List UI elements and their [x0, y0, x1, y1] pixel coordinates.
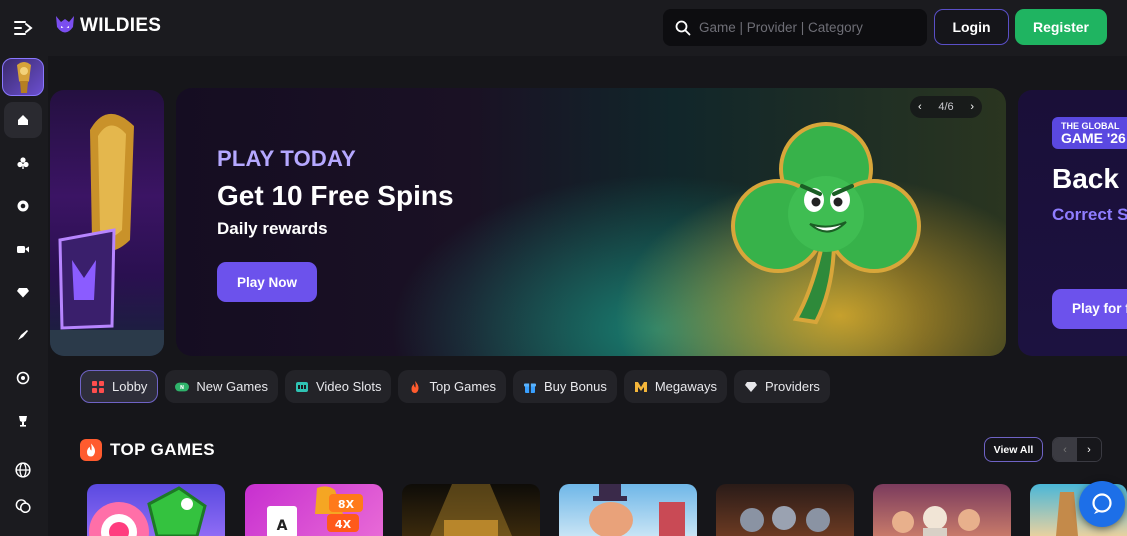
- megaways-icon: [634, 380, 648, 394]
- promo-carousel: PLAY TODAY Get 10 Free Spins Daily rewar…: [50, 88, 1127, 356]
- top-header: WILDIES Login Register: [0, 0, 1127, 56]
- casino-chip-icon: [17, 200, 29, 212]
- sidebar-item-language[interactable]: [4, 452, 42, 488]
- pager-prev-icon[interactable]: ‹: [918, 101, 922, 113]
- tab-megaways[interactable]: Megaways: [623, 370, 727, 403]
- tile-multiplier-8x: 8X: [338, 498, 355, 511]
- tab-label: New Games: [196, 379, 268, 394]
- promo-title: Get 10 Free Spins: [217, 180, 454, 211]
- sidebar-item-jackpots[interactable]: [4, 274, 42, 310]
- sidebar-promo-thumbnail[interactable]: [2, 58, 44, 96]
- tab-buy-bonus[interactable]: Buy Bonus: [512, 370, 617, 403]
- trophy-icon: [19, 416, 27, 427]
- next-slide-cta[interactable]: Play for f: [1052, 289, 1127, 329]
- fire-icon: [408, 380, 422, 394]
- tab-lobby[interactable]: Lobby: [80, 370, 159, 403]
- sidebar-item-cards[interactable]: [4, 145, 42, 181]
- tile-card-letter: A: [277, 518, 288, 534]
- brand-name: WILDIES: [80, 15, 162, 36]
- pager-next-icon[interactable]: ›: [970, 101, 974, 113]
- next-slide-subtitle: Correct S: [1052, 205, 1127, 224]
- slot-machine-icon: [295, 380, 309, 394]
- sidebar-item-live[interactable]: [4, 231, 42, 267]
- previous-slide[interactable]: [50, 90, 164, 356]
- tab-label: Buy Bonus: [543, 379, 607, 394]
- tab-providers[interactable]: Providers: [733, 370, 830, 403]
- games-scroll-controls: ‹ ›: [1052, 437, 1102, 462]
- slide-pager: ‹ 4/6 ›: [910, 96, 982, 118]
- tab-top-games[interactable]: Top Games: [398, 370, 506, 403]
- tab-label: Providers: [764, 379, 820, 394]
- sidebar-item-tournaments[interactable]: [4, 403, 42, 439]
- tab-label: Megaways: [654, 379, 717, 394]
- fire-icon: [80, 439, 102, 461]
- game-tile[interactable]: [559, 484, 697, 536]
- tab-label: Video Slots: [315, 379, 382, 394]
- register-button[interactable]: Register: [1015, 9, 1107, 45]
- scroll-next-button[interactable]: ›: [1077, 438, 1101, 461]
- providers-icon: [744, 380, 758, 394]
- search-input[interactable]: [699, 20, 919, 35]
- search-icon: [675, 20, 691, 35]
- top-games-row: A 8X 4X: [87, 484, 1127, 536]
- tab-video-slots[interactable]: Video Slots: [284, 370, 392, 403]
- globe-icon: [15, 462, 31, 478]
- promo-kicker: PLAY TODAY: [217, 146, 356, 171]
- game-tile[interactable]: [716, 484, 854, 536]
- wolf-logo-icon: [56, 16, 74, 33]
- new-badge-icon: N: [175, 380, 190, 394]
- scroll-prev-button[interactable]: ‹: [1053, 438, 1077, 461]
- clover-mascot-icon: [731, 122, 921, 325]
- home-icon: [18, 115, 28, 125]
- tab-label: Lobby: [112, 379, 148, 394]
- view-all-button[interactable]: View All: [984, 437, 1043, 462]
- sidebar-item-home[interactable]: [4, 102, 42, 138]
- next-slide[interactable]: THE GLOBAL GAME '26 Back Correct S Play …: [1018, 90, 1127, 356]
- target-icon: [16, 371, 30, 385]
- game-tile[interactable]: [402, 484, 540, 536]
- login-button[interactable]: Login: [934, 9, 1009, 45]
- cards-icon: [17, 157, 29, 169]
- chat-bubbles-icon: [15, 499, 31, 514]
- active-slide[interactable]: PLAY TODAY Get 10 Free Spins Daily rewar…: [176, 88, 1006, 356]
- tab-new-games[interactable]: N New Games: [165, 370, 278, 403]
- sidebar-item-support[interactable]: [4, 488, 42, 524]
- next-slide-badge: THE GLOBAL GAME '26: [1052, 117, 1127, 149]
- category-tabs: Lobby N New Games Video Slots Top Games …: [80, 370, 830, 403]
- live-chat-button[interactable]: [1079, 481, 1125, 527]
- chat-bubble-icon: [1092, 493, 1112, 514]
- lobby-icon: [91, 380, 105, 394]
- next-slide-title: Back: [1052, 163, 1119, 194]
- search-bar[interactable]: [663, 9, 927, 46]
- sidebar-item-casino[interactable]: [4, 188, 42, 224]
- game-tile[interactable]: A 8X 4X: [245, 484, 383, 536]
- tile-multiplier-4x: 4X: [335, 518, 352, 531]
- game-tile[interactable]: [87, 484, 225, 536]
- sidebar-item-crash[interactable]: [4, 317, 42, 353]
- rocket-icon: [18, 330, 28, 340]
- promo-subtitle: Daily rewards: [217, 219, 328, 238]
- tab-label: Top Games: [429, 379, 496, 394]
- diamond-icon: [17, 288, 29, 298]
- badge-line2: GAME '26: [1061, 130, 1126, 146]
- top-games-header: TOP GAMES: [80, 438, 215, 462]
- pager-counter: 4/6: [938, 101, 954, 113]
- game-tile[interactable]: [873, 484, 1011, 536]
- gift-icon: [523, 380, 537, 394]
- live-camera-icon: [17, 246, 29, 253]
- section-title: TOP GAMES: [110, 440, 215, 459]
- sidebar: [0, 56, 48, 536]
- menu-toggle-icon[interactable]: [12, 18, 34, 38]
- svg-text:N: N: [180, 385, 184, 391]
- sidebar-item-sports[interactable]: [4, 360, 42, 396]
- brand-logo[interactable]: WILDIES: [54, 14, 161, 38]
- play-now-button[interactable]: Play Now: [217, 262, 317, 302]
